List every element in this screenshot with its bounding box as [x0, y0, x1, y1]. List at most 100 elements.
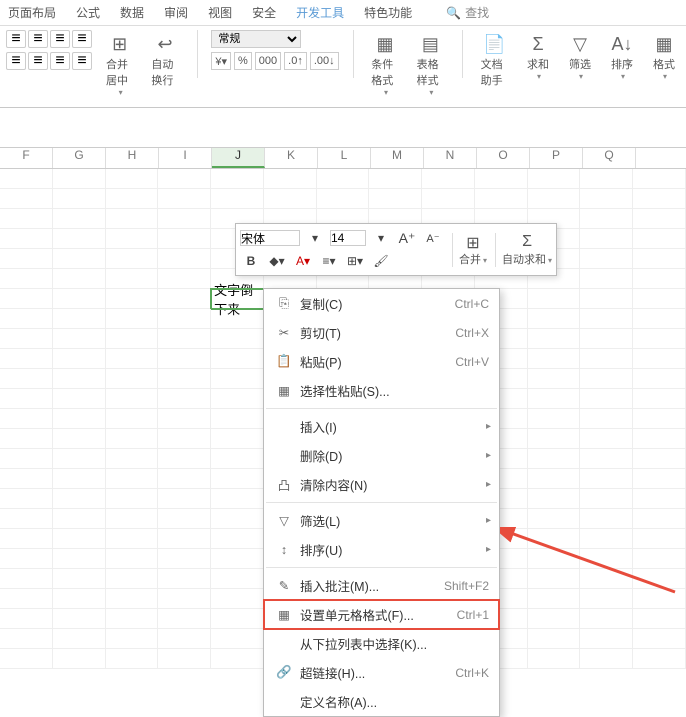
menu-item[interactable]: ▦ 选择性粘贴(S)... [264, 376, 499, 405]
mini-autosum-button[interactable]: Σ 自动求和 [495, 233, 552, 267]
menu-label: 剪切(T) [300, 323, 455, 342]
menu-item[interactable]: 插入(I) [264, 412, 499, 441]
sum-button[interactable]: Σ 求和 [522, 30, 554, 99]
percent-button[interactable]: % [234, 52, 252, 70]
increase-font-button[interactable]: A⁺ [396, 228, 418, 248]
align-left-button[interactable]: ≡ [6, 52, 26, 70]
col-header-N[interactable]: N [424, 148, 477, 168]
col-header-F[interactable]: F [0, 148, 53, 168]
menu-label: 从下拉列表中选择(K)... [300, 634, 489, 653]
sigma-icon: Σ [522, 233, 532, 251]
col-header-K[interactable]: K [265, 148, 318, 168]
table-style-button[interactable]: ▤ 表格样式 [413, 30, 448, 99]
currency-button[interactable]: ¥▾ [211, 52, 231, 70]
mini-toolbar: ▾ ▾ A⁺ A⁻ B ◆▾ A▾ ≡▾ ⊞▾ 🖌 ⊞ 合并 Σ 自动求和 [235, 223, 557, 276]
number-format-select[interactable]: 常规 [211, 30, 301, 48]
menu-icon: ▦ [274, 383, 294, 398]
menu-shortcut: Ctrl+K [455, 666, 489, 680]
menu-item[interactable]: 定义名称(A)... [264, 687, 499, 716]
tab-features[interactable]: 特色功能 [364, 4, 412, 21]
menu-label: 清除内容(N) [300, 475, 489, 494]
menu-item[interactable]: 📋粘贴(P)Ctrl+V [264, 347, 499, 376]
format-button[interactable]: ▦ 格式 [648, 30, 680, 99]
filter-button[interactable]: ▽ 筛选 [564, 30, 596, 99]
align-justify-button[interactable]: ≡ [72, 52, 92, 70]
align-right-button[interactable]: ≡ [50, 52, 70, 70]
tab-review[interactable]: 审阅 [164, 4, 188, 21]
ribbon-toolbar: ≡ ≡ ≡ ≡ ≡ ≡ ≡ ≡ ⊞ 合并居中 ↩ 自动换行 常规 ¥▾ % 00… [0, 26, 686, 108]
tab-devtools[interactable]: 开发工具 [296, 4, 344, 21]
align-top-left-button[interactable]: ≡ [6, 30, 26, 48]
bold-button[interactable]: B [240, 251, 262, 271]
align-dist-button[interactable]: ≡ [72, 30, 92, 48]
decrease-font-button[interactable]: A⁻ [422, 228, 444, 248]
align-top-center-button[interactable]: ≡ [28, 30, 48, 48]
menu-item[interactable]: ▦设置单元格格式(F)...Ctrl+1 [264, 600, 499, 629]
doc-help-icon: 📄 [482, 32, 506, 56]
menu-label: 插入(I) [300, 417, 489, 436]
size-dd-icon[interactable]: ▾ [370, 228, 392, 248]
format-icon: ▦ [652, 32, 676, 56]
table-style-icon: ▤ [418, 32, 442, 56]
menu-label: 复制(C) [300, 294, 455, 313]
search-command[interactable]: 🔍 查找 [446, 4, 489, 21]
merge-center-button[interactable]: ⊞ 合并居中 [102, 30, 137, 99]
mini-font-select[interactable] [240, 230, 300, 246]
align-center-button[interactable]: ≡ [28, 52, 48, 70]
col-header-J[interactable]: J [212, 148, 265, 168]
menu-icon: 凸 [274, 475, 294, 494]
sort-button[interactable]: A↓ 排序 [606, 30, 638, 99]
menu-label: 选择性粘贴(S)... [300, 381, 489, 400]
menu-shortcut: Ctrl+X [455, 326, 489, 340]
mini-fontsize-select[interactable] [330, 230, 366, 246]
wrap-icon: ↩ [153, 32, 177, 56]
format-painter-button[interactable]: 🖌 [370, 251, 392, 271]
fill-color-button[interactable]: ◆▾ [266, 251, 288, 271]
merge-icon: ⊞ [108, 32, 132, 56]
sort-icon: A↓ [610, 32, 634, 56]
align-top-right-button[interactable]: ≡ [50, 30, 70, 48]
align-button[interactable]: ≡▾ [318, 251, 340, 271]
menu-label: 设置单元格格式(F)... [300, 605, 457, 624]
menu-icon: ✎ [274, 578, 294, 593]
col-header-H[interactable]: H [106, 148, 159, 168]
annotation-arrow [500, 527, 680, 627]
tab-data[interactable]: 数据 [120, 4, 144, 21]
col-header-M[interactable]: M [371, 148, 424, 168]
font-color-button[interactable]: A▾ [292, 251, 314, 271]
selected-cell[interactable]: 文字倒下来 [211, 289, 264, 309]
mini-merge-button[interactable]: ⊞ 合并 [452, 233, 487, 267]
col-header-P[interactable]: P [530, 148, 583, 168]
menu-item[interactable]: ✎插入批注(M)...Shift+F2 [264, 571, 499, 600]
doc-help-button[interactable]: 📄 文档助手 [477, 30, 512, 99]
menu-item[interactable]: ⎘复制(C)Ctrl+C [264, 289, 499, 318]
col-header-O[interactable]: O [477, 148, 530, 168]
auto-wrap-button[interactable]: ↩ 自动换行 [147, 30, 182, 99]
dec-decimal-button[interactable]: .00↓ [310, 52, 339, 70]
font-dd-icon[interactable]: ▾ [304, 228, 326, 248]
column-headers: FGHIJKLMNOPQ [0, 148, 686, 169]
menu-item[interactable]: 删除(D) [264, 441, 499, 470]
menu-item[interactable]: 🔗超链接(H)...Ctrl+K [264, 658, 499, 687]
menu-item[interactable]: ↕排序(U) [264, 535, 499, 564]
col-header-Q[interactable]: Q [583, 148, 636, 168]
menu-item[interactable]: 从下拉列表中选择(K)... [264, 629, 499, 658]
menu-label: 排序(U) [300, 540, 489, 559]
merge-icon: ⊞ [466, 233, 479, 251]
menu-item[interactable]: ✂剪切(T)Ctrl+X [264, 318, 499, 347]
menu-item[interactable]: 凸清除内容(N) [264, 470, 499, 499]
tab-view[interactable]: 视图 [208, 4, 232, 21]
col-header-L[interactable]: L [318, 148, 371, 168]
comma-button[interactable]: 000 [255, 52, 281, 70]
conditional-format-button[interactable]: ▦ 条件格式 [367, 30, 402, 99]
menu-label: 定义名称(A)... [300, 692, 489, 711]
tab-security[interactable]: 安全 [252, 4, 276, 21]
menu-icon: ▦ [274, 607, 294, 622]
tab-formula[interactable]: 公式 [76, 4, 100, 21]
menu-item[interactable]: ▽筛选(L) [264, 506, 499, 535]
inc-decimal-button[interactable]: .0↑ [284, 52, 307, 70]
col-header-G[interactable]: G [53, 148, 106, 168]
border-button[interactable]: ⊞▾ [344, 251, 366, 271]
col-header-I[interactable]: I [159, 148, 212, 168]
tab-page-layout[interactable]: 页面布局 [8, 4, 56, 21]
